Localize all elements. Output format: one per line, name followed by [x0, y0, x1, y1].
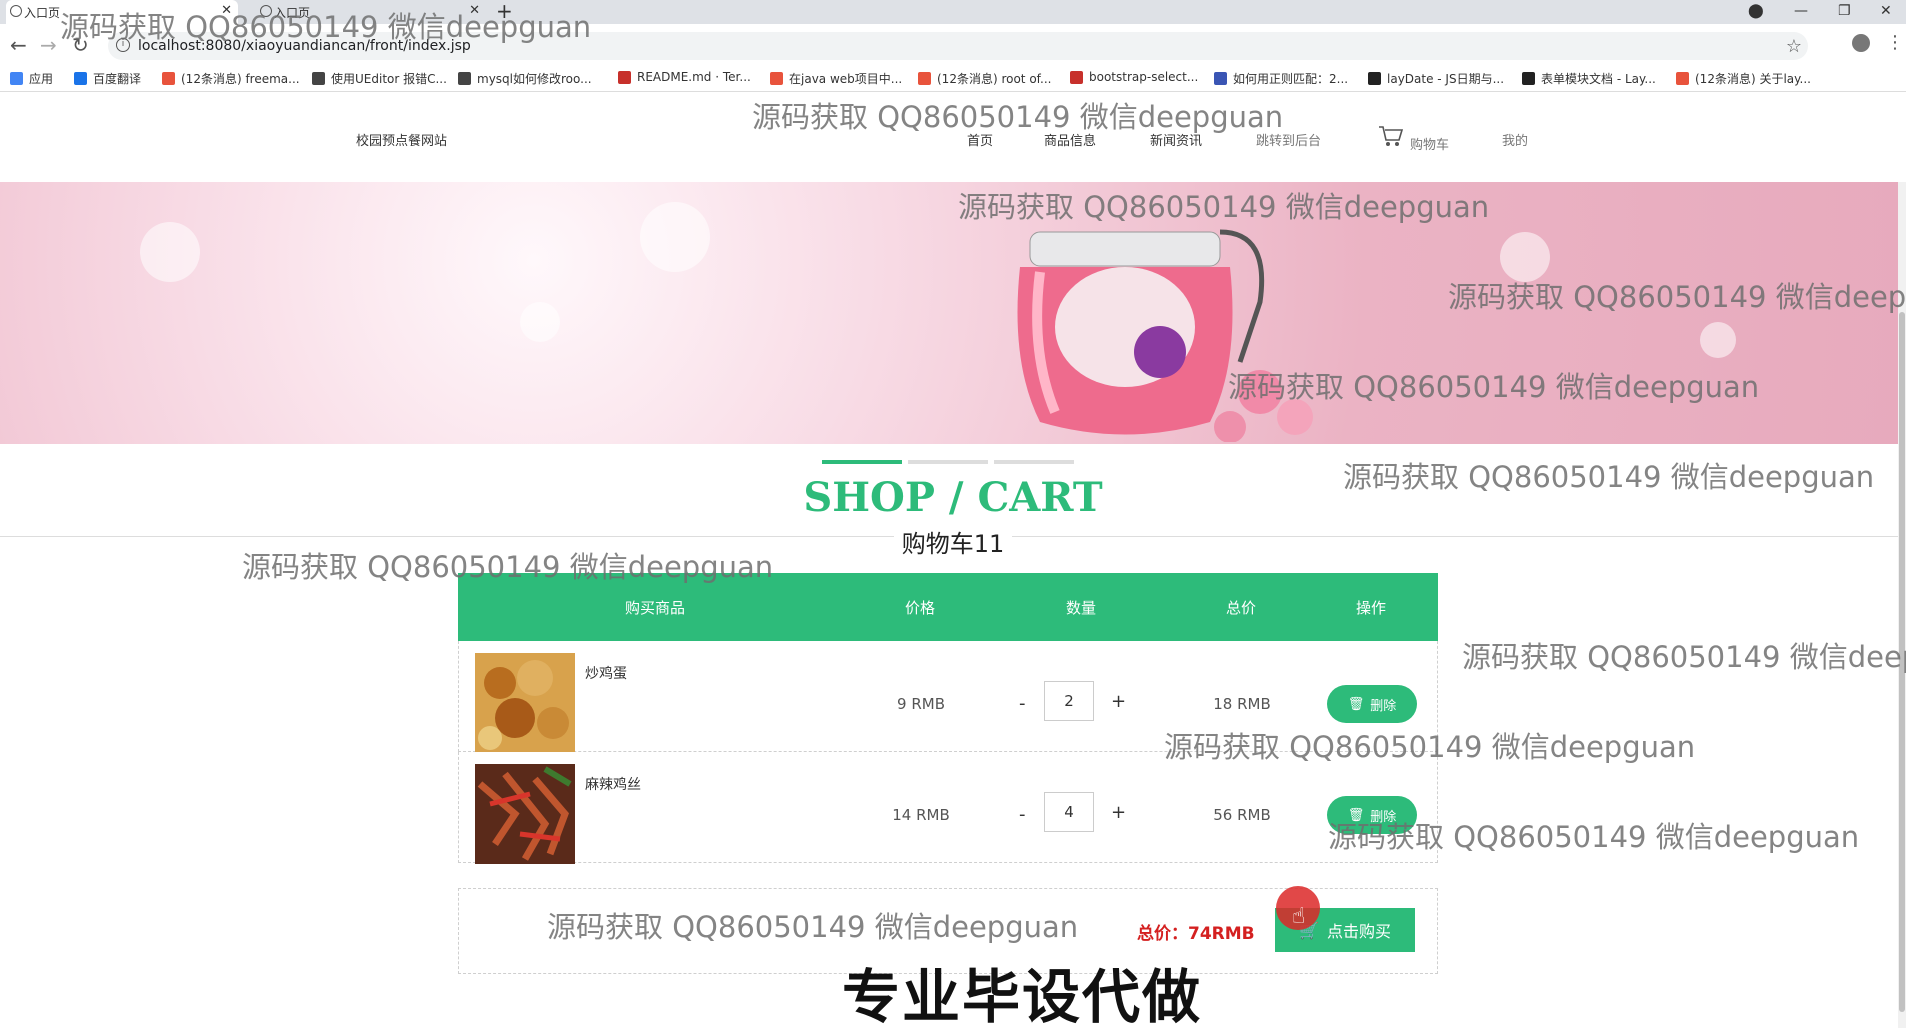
bookmark-label: mysql如何修改roo...	[477, 72, 592, 86]
column-header: 操作	[1355, 599, 1387, 617]
watermark: 源码获取 QQ86050149 微信deepguan	[1164, 730, 1696, 764]
product-thumbnail[interactable]	[475, 764, 575, 864]
bookmark-label: 如何用正则匹配：2...	[1233, 72, 1349, 86]
grand-total: 总价：74RMB	[1137, 924, 1255, 944]
watermark: 源码获取 QQ86050149 微信deepguan	[1448, 280, 1906, 314]
column-header: 价格	[904, 599, 936, 617]
nav-cart[interactable]: 购物车	[1410, 134, 1449, 153]
bookmark-favicon-icon	[770, 72, 783, 85]
product-thumbnail[interactable]	[475, 653, 575, 753]
bookmark-star-icon[interactable]: ☆	[1786, 36, 1802, 57]
watermark: 源码获取 QQ86050149 微信deepguan	[1343, 460, 1875, 494]
column-header: 数量	[1065, 599, 1097, 617]
bookmark-favicon-icon	[312, 72, 325, 85]
bookmark-item[interactable]: mysql如何修改roo...	[458, 70, 592, 87]
product-name[interactable]: 炒鸡蛋	[585, 663, 627, 683]
bookmark-favicon-icon	[458, 72, 471, 85]
watermark: 源码获取 QQ86050149 微信deepguan	[1462, 640, 1906, 674]
watermark: 源码获取 QQ86050149 微信deepguan	[752, 100, 1284, 134]
line-total: 18 RMB	[1213, 695, 1271, 713]
bookmark-label: README.md · Ter...	[637, 70, 751, 84]
watermark: 源码获取 QQ86050149 微信deepguan	[1228, 370, 1760, 404]
quantity-input[interactable]	[1044, 792, 1094, 832]
bookmark-item[interactable]: (12条消息) root of...	[918, 70, 1051, 87]
bookmark-label: bootstrap-select...	[1089, 70, 1199, 84]
bookmark-label: 百度翻译	[93, 72, 142, 86]
unit-price: 14 RMB	[892, 806, 950, 824]
bookmark-item[interactable]: 百度翻译	[74, 70, 141, 87]
bookmark-favicon-icon	[10, 72, 23, 85]
hand-cursor-icon: ☝	[1292, 904, 1306, 929]
tab-title: 入口页	[24, 5, 61, 20]
bookmark-label: 应用	[29, 72, 54, 86]
bookmark-label: (12条消息) root of...	[937, 72, 1052, 86]
promo-text: 专业毕设代做	[842, 963, 1203, 1028]
column-header: 购买商品	[624, 599, 686, 617]
checkout-label: 点击购买	[1326, 922, 1391, 941]
unit-price: 9 RMB	[897, 695, 945, 713]
decrease-qty-button[interactable]: -	[1019, 804, 1026, 825]
line-total: 56 RMB	[1213, 806, 1271, 824]
bookmark-item[interactable]: 如何用正则匹配：2...	[1214, 70, 1348, 87]
quantity-input[interactable]	[1044, 681, 1094, 721]
back-icon[interactable]: ←	[10, 34, 27, 56]
bookmark-favicon-icon	[162, 72, 175, 85]
bookmark-favicon-icon	[74, 72, 87, 85]
watermark: 源码获取 QQ86050149 微信deepguan	[1328, 820, 1860, 854]
cart-row: 麻辣鸡丝 14 RMB - + 56 RMB 🗑 删除	[458, 752, 1438, 864]
bookmark-favicon-icon	[1368, 72, 1381, 85]
bookmark-favicon-icon	[1214, 72, 1227, 85]
bookmark-item[interactable]: 应用	[10, 70, 53, 87]
bookmark-item[interactable]: layDate - JS日期与...	[1368, 70, 1504, 87]
bookmark-item[interactable]: README.md · Ter...	[618, 70, 751, 84]
watermark: 源码获取 QQ86050149 微信deepguan	[60, 10, 592, 44]
column-header: 总价	[1225, 599, 1257, 617]
site-title: 校园预点餐网站	[356, 134, 448, 149]
bookmark-favicon-icon	[1676, 72, 1689, 85]
forward-icon[interactable]: →	[40, 34, 57, 56]
decrease-qty-button[interactable]: -	[1019, 693, 1026, 714]
cart-icon[interactable]	[1378, 124, 1404, 148]
bookmark-favicon-icon	[1070, 70, 1083, 84]
watermark: 源码获取 QQ86050149 微信deepguan	[547, 910, 1079, 944]
profile-avatar-icon[interactable]	[1852, 34, 1870, 52]
bookmark-item[interactable]: bootstrap-select...	[1070, 70, 1198, 84]
carousel-indicator[interactable]	[908, 460, 988, 464]
bookmark-favicon-icon	[618, 70, 631, 84]
nav-mine[interactable]: 我的	[1502, 130, 1528, 149]
product-name[interactable]: 麻辣鸡丝	[585, 774, 641, 794]
bookmark-label: 表单模块文档 - Lay...	[1541, 72, 1656, 86]
trash-icon: 🗑	[1347, 696, 1365, 712]
bookmark-label: 在java web项目中...	[789, 72, 903, 86]
bookmark-label: (12条消息) freema...	[181, 72, 300, 86]
carousel-indicator-active[interactable]	[822, 460, 902, 464]
bookmark-label: 使用UEditor 报错C...	[331, 72, 447, 86]
cart-table: 购买商品 价格 数量 总价 操作 炒鸡蛋 9 RMB - + 18 RMB 🗑 …	[458, 573, 1438, 864]
globe-icon	[10, 5, 22, 17]
restore-icon[interactable]: ❐	[1838, 0, 1851, 22]
watermark: 源码获取 QQ86050149 微信deepguan	[958, 190, 1490, 224]
bookmark-item[interactable]: 使用UEditor 报错C...	[312, 70, 447, 87]
bookmark-favicon-icon	[1522, 72, 1535, 85]
menu-icon[interactable]: ⋮	[1886, 34, 1904, 52]
subheading-text: 购物车11	[893, 530, 1013, 558]
bookmark-item[interactable]: (12条消息) 关于lay...	[1676, 70, 1811, 87]
tab-search-icon[interactable]: ⬤	[1748, 0, 1764, 22]
bookmark-label: (12条消息) 关于lay...	[1695, 72, 1811, 86]
bookmarks-bar: 应用 百度翻译 (12条消息) freema... 使用UEditor 报错C... m…	[0, 66, 1906, 92]
delete-button[interactable]: 🗑 删除	[1327, 685, 1417, 723]
bookmark-item[interactable]: 表单模块文档 - Lay...	[1522, 70, 1656, 87]
bookmark-item[interactable]: (12条消息) freema...	[162, 70, 300, 87]
carousel-indicator[interactable]	[994, 460, 1074, 464]
bookmark-label: layDate - JS日期与...	[1387, 72, 1505, 86]
increase-qty-button[interactable]: +	[1111, 802, 1126, 823]
bookmark-favicon-icon	[918, 72, 931, 85]
bookmark-item[interactable]: 在java web项目中...	[770, 70, 902, 87]
minimize-icon[interactable]: —	[1794, 0, 1808, 22]
increase-qty-button[interactable]: +	[1111, 691, 1126, 712]
delete-label: 删除	[1370, 698, 1397, 714]
watermark: 源码获取 QQ86050149 微信deepguan	[242, 550, 774, 584]
window-close-icon[interactable]: ✕	[1880, 0, 1892, 22]
